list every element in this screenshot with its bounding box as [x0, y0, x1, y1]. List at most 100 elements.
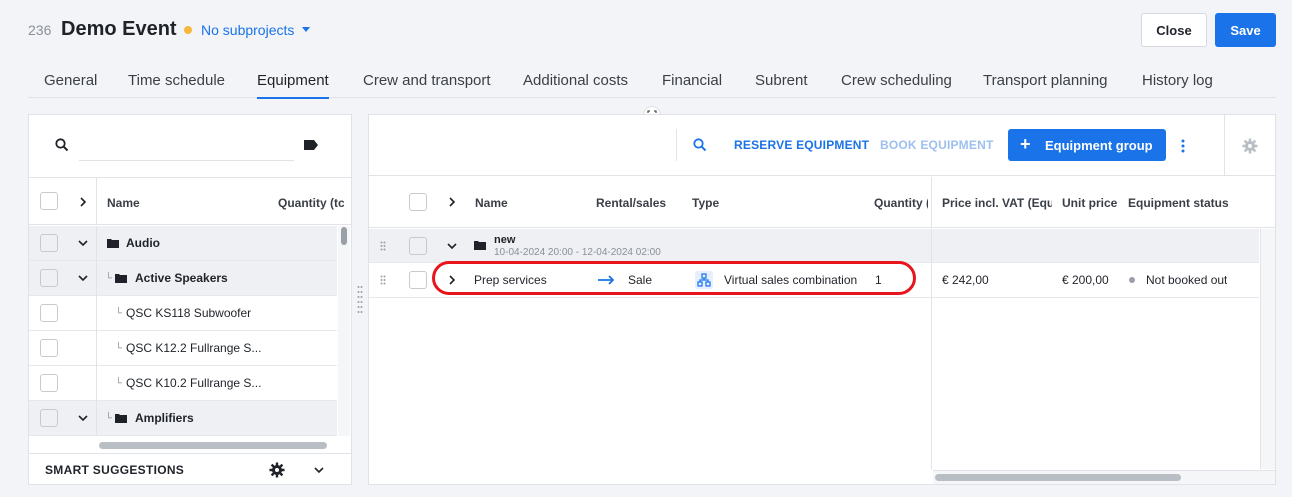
tree-row-item[interactable]: └ QSC K10.2 Fullrange S...	[29, 366, 337, 401]
tab-financial[interactable]: Financial	[662, 72, 722, 89]
select-all-checkbox[interactable]	[40, 192, 58, 210]
tree-row-label: QSC K10.2 Fullrange S...	[126, 376, 262, 390]
row-checkbox[interactable]	[40, 234, 58, 252]
row-checkbox[interactable]	[409, 237, 427, 255]
item-equipment-status: Not booked out	[1146, 273, 1228, 287]
search-icon	[55, 138, 69, 152]
tree-row-item[interactable]: └ QSC K12.2 Fullrange S...	[29, 331, 337, 366]
chevron-down-icon[interactable]	[77, 272, 89, 284]
chevron-down-icon[interactable]	[446, 240, 458, 252]
project-equipment-panel: RESERVE EQUIPMENT BOOK EQUIPMENT + Equip…	[368, 114, 1276, 485]
book-equipment-button[interactable]: BOOK EQUIPMENT	[880, 138, 993, 152]
tree-row-item[interactable]: └ QSC KS118 Subwoofer	[29, 296, 337, 331]
column-header-name[interactable]: Name	[107, 196, 140, 210]
item-price-incl-vat: € 242,00	[942, 273, 989, 287]
panel-resize-handle[interactable]	[357, 284, 363, 314]
tag-icon[interactable]	[303, 139, 319, 151]
catalog-table-header: Name Quantity (tc	[29, 177, 351, 225]
drag-handle-icon[interactable]	[380, 275, 386, 285]
add-equipment-group-button[interactable]: + Equipment group	[1008, 129, 1166, 161]
gear-icon[interactable]	[269, 462, 285, 478]
tab-additional-costs[interactable]: Additional costs	[523, 72, 628, 89]
tab-time-schedule[interactable]: Time schedule	[128, 72, 225, 89]
catalog-search-input[interactable]	[79, 133, 294, 161]
table-horizontal-scrollbar[interactable]	[933, 470, 1275, 484]
tree-row-label: Amplifiers	[135, 411, 194, 425]
drag-handle-icon[interactable]	[380, 241, 386, 251]
highlight-annotation	[432, 261, 916, 295]
caret-down-icon	[302, 27, 311, 32]
tab-general[interactable]: General	[44, 72, 97, 89]
tab-transport-planning[interactable]: Transport planning	[983, 72, 1108, 89]
select-all-checkbox[interactable]	[409, 193, 427, 211]
row-checkbox[interactable]	[40, 269, 58, 287]
folder-icon	[474, 241, 486, 250]
tree-indent-marker: └	[115, 342, 123, 354]
tree-row-folder[interactable]: └ Amplifiers	[29, 401, 337, 436]
catalog-horizontal-scrollbar[interactable]	[99, 442, 327, 449]
subprojects-label: No subprojects	[201, 22, 295, 38]
row-checkbox[interactable]	[409, 271, 427, 289]
event-header: 236 Demo Event No subprojects Close Save	[0, 0, 1292, 62]
column-header-name[interactable]: Name	[475, 196, 508, 210]
column-header-unit-price[interactable]: Unit price	[1062, 196, 1117, 210]
event-title: Demo Event	[61, 18, 177, 40]
row-checkbox[interactable]	[40, 339, 58, 357]
column-header-type[interactable]: Type	[692, 196, 719, 210]
group-name: new	[494, 234, 516, 246]
tree-indent-marker: └	[105, 412, 113, 424]
tree-indent-marker: └	[115, 377, 123, 389]
tab-crew-scheduling[interactable]: Crew scheduling	[841, 72, 952, 89]
column-header-quantity[interactable]: Quantity (	[874, 196, 928, 210]
tree-row-label: QSC KS118 Subwoofer	[126, 306, 252, 320]
tab-subrent[interactable]: Subrent	[755, 72, 808, 89]
folder-icon	[115, 414, 127, 423]
chevron-down-icon[interactable]	[77, 237, 89, 249]
tree-row-folder[interactable]: Audio	[29, 226, 337, 261]
catalog-rows: Audio └ Active Speakers └ QSC KS118 Subw…	[29, 226, 337, 436]
equipment-group-label: Equipment group	[1045, 138, 1153, 153]
plus-icon: +	[1020, 134, 1031, 154]
chevron-right-icon[interactable]	[77, 196, 89, 208]
equipment-toolbar: RESERVE EQUIPMENT BOOK EQUIPMENT + Equip…	[369, 115, 1275, 176]
tree-indent-marker: └	[105, 272, 113, 284]
status-dot-icon	[184, 26, 192, 34]
tab-equipment[interactable]: Equipment	[257, 72, 329, 99]
column-header-rental-sales[interactable]: Rental/sales	[596, 196, 666, 210]
tree-row-label: Audio	[126, 236, 160, 250]
tab-crew-and-transport[interactable]: Crew and transport	[363, 72, 491, 89]
column-header-quantity[interactable]: Quantity (tc	[278, 196, 344, 210]
folder-icon	[115, 274, 127, 283]
tab-bar: General Time schedule Equipment Crew and…	[28, 62, 1276, 99]
smart-suggestions-bar[interactable]: SMART SUGGESTIONS	[29, 453, 351, 484]
folder-icon	[107, 239, 119, 248]
catalog-vertical-scrollbar[interactable]	[338, 226, 350, 436]
save-button[interactable]: Save	[1215, 13, 1276, 47]
smart-suggestions-label: SMART SUGGESTIONS	[45, 463, 185, 477]
close-button[interactable]: Close	[1141, 13, 1207, 47]
item-unit-price: € 200,00	[1062, 273, 1109, 287]
tab-history-log[interactable]: History log	[1142, 72, 1213, 89]
settings-gear-icon[interactable]	[1242, 138, 1258, 154]
equipment-group-row[interactable]: new 10-04-2024 20:00 - 12-04-2024 02:00	[369, 229, 1259, 263]
subprojects-dropdown[interactable]: No subprojects	[201, 22, 311, 38]
equipment-table-header: Name Rental/sales Type Quantity ( Price …	[369, 177, 1275, 228]
chevron-down-icon[interactable]	[77, 412, 89, 424]
reserve-equipment-button[interactable]: RESERVE EQUIPMENT	[734, 138, 869, 152]
column-header-price-incl-vat[interactable]: Price incl. VAT (Equi	[942, 196, 1052, 210]
row-checkbox[interactable]	[40, 374, 58, 392]
search-icon[interactable]	[693, 138, 707, 152]
chevron-right-icon[interactable]	[446, 196, 458, 208]
status-dot-icon	[1129, 277, 1135, 283]
group-date-range: 10-04-2024 20:00 - 12-04-2024 02:00	[494, 247, 661, 258]
table-vertical-scrollbar[interactable]	[1260, 229, 1275, 469]
column-header-equipment-status[interactable]: Equipment status	[1128, 196, 1229, 210]
tree-row-folder[interactable]: └ Active Speakers	[29, 261, 337, 296]
chevron-down-icon[interactable]	[313, 464, 325, 476]
tree-row-label: QSC K12.2 Fullrange S...	[126, 341, 262, 355]
row-checkbox[interactable]	[40, 409, 58, 427]
more-vertical-icon[interactable]	[1181, 139, 1185, 153]
row-checkbox[interactable]	[40, 304, 58, 322]
tree-indent-marker: └	[115, 307, 123, 319]
equipment-catalog-panel: Name Quantity (tc Audio └ Active Speaker…	[28, 114, 352, 485]
